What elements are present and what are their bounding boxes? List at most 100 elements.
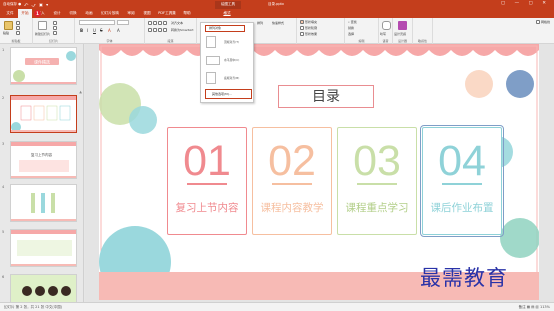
tab-view[interactable]: 视图 [140, 9, 154, 18]
ribbon-tabs: 文件 开始 插入 设计 切换 动画 幻灯片放映 审阅 视图 PDF工具集 帮助 … [0, 9, 554, 18]
tab-design[interactable]: 设计 [50, 9, 64, 18]
watermark-text: 最需教育 [420, 266, 508, 290]
align-icon[interactable] [148, 28, 167, 32]
align-middle-icon [206, 56, 220, 65]
toc-card-4[interactable]: 04 课后作业布置 [420, 125, 504, 237]
bold-button[interactable]: B [80, 28, 83, 33]
tab-review[interactable]: 审阅 [124, 9, 138, 18]
tab-pdf-tools[interactable]: PDF工具集 [156, 9, 178, 18]
toc-underline [187, 183, 227, 185]
clipboard-group-label: 剪贴板 [11, 39, 21, 43]
window-title: 目录.pptx [268, 2, 284, 6]
new-slide-icon[interactable] [38, 21, 47, 30]
editing-group: ⌕ 查找 替换 选择 编辑 [345, 18, 379, 44]
arrange-objects-item[interactable]: 排列对象 [205, 25, 245, 32]
cut-icon[interactable] [16, 21, 20, 25]
slide-thumb-3[interactable]: 复习上节内容 [10, 141, 77, 179]
align-top-item[interactable]: 顶端对齐(T) [205, 34, 249, 51]
paragraph-group: 对齐文本 转换为SmartArt 段落 [145, 18, 197, 44]
toc-underline [442, 183, 482, 185]
strikethrough-button[interactable]: S [100, 28, 103, 33]
toc-label: 课程重点学习 [345, 202, 409, 214]
font-group: B I U S A A 字体 [75, 18, 145, 44]
quick-access-toolbar[interactable]: ⤺ ⤻ ▣ ▾ [24, 2, 49, 7]
thumb1-title: 课件精选 [34, 59, 50, 65]
select-button[interactable]: 选择 [348, 32, 354, 36]
voice-group-label: 语音 [382, 39, 389, 43]
designer-group-label: 设计器 [397, 39, 407, 43]
tab-animations[interactable]: 动画 [82, 9, 96, 18]
ribbon: 粘贴 剪贴板 新建幻灯片 幻灯片 B I U S A A 字体 对齐文本 转换为… [0, 18, 554, 44]
format-painter-icon[interactable] [16, 31, 20, 35]
smartart-button[interactable]: 转换为SmartArt [171, 28, 194, 32]
font-color-button[interactable]: A [108, 28, 111, 33]
align-text-button[interactable]: 对齐文本 [171, 21, 183, 25]
slide-title[interactable]: 目录 [278, 85, 374, 108]
font-size-up-button[interactable]: A [117, 28, 120, 33]
font-size-box[interactable] [117, 20, 129, 25]
align-bottom-item[interactable]: 底端对齐(B) [205, 70, 249, 87]
align-middle-item[interactable]: 水平居中(C) [205, 52, 249, 69]
align-dropdown-menu: 排列对象 顶端对齐(T) 水平居中(C) 底端对齐(B) 其他选项(M)... [200, 22, 254, 103]
section-icon[interactable] [53, 31, 57, 35]
reset-icon[interactable] [53, 26, 57, 30]
slide-thumb-1[interactable]: 课件精选 [10, 47, 77, 85]
status-bar: 幻灯片 第 2 张，共 21 张 中文(中国) 备注 ▦ ▤ ▥ 113% [0, 302, 554, 311]
toc-label: 课后作业布置 [430, 202, 494, 214]
shape-effects-button[interactable]: 形状效果 [300, 32, 317, 36]
slide-number: 6 [2, 275, 5, 279]
arrange-button[interactable]: 排列 [257, 21, 263, 25]
paragraph-group-label: 段落 [167, 39, 174, 43]
slide-thumb-5[interactable] [10, 229, 77, 267]
more-options-item[interactable]: 其他选项(M)... [205, 89, 252, 99]
bullets-icon[interactable] [148, 21, 167, 25]
design-ideas-icon[interactable] [398, 21, 407, 30]
tab-file[interactable]: 文件 [3, 9, 17, 18]
toc-number: 01 [183, 137, 231, 185]
autosave-toggle[interactable]: 自动保存 ● [3, 2, 21, 7]
gridlines-checkbox[interactable]: 网格线 [535, 20, 550, 24]
tab-format[interactable]: 格式 [219, 9, 235, 18]
view-zoom-status[interactable]: 备注 ▦ ▤ ▥ 113% [519, 305, 550, 310]
slide-number: 3 [2, 142, 5, 146]
toc-card-1[interactable]: 01 复习上节内容 [167, 127, 247, 235]
slide-thumb-6[interactable] [10, 274, 77, 302]
italic-button[interactable]: I [87, 28, 88, 33]
replace-button[interactable]: 替换 [348, 26, 354, 30]
tab-transitions[interactable]: 切换 [66, 9, 80, 18]
slide-thumb-2[interactable] [10, 95, 77, 133]
font-group-label: 字体 [106, 39, 113, 43]
tab-home[interactable]: 开始 [18, 9, 32, 18]
new-slide-button[interactable]: 新建幻灯片 [35, 32, 50, 36]
shape-outline-button[interactable]: 形状轮廓 [300, 26, 317, 30]
scroll-up-icon[interactable]: ▲ [79, 90, 82, 94]
slide-number: 4 [2, 185, 5, 189]
dictate-button[interactable]: 听写 [380, 32, 386, 36]
tab-help[interactable]: 帮助 [180, 9, 194, 18]
paste-icon[interactable] [4, 21, 13, 30]
design-ideas-button[interactable]: 设计灵感 [394, 32, 406, 36]
window-controls[interactable]: ▢ — ▢ ✕ [501, 1, 550, 6]
find-button[interactable]: ⌕ 查找 [348, 20, 357, 24]
paste-button[interactable]: 粘贴 [3, 31, 9, 35]
slide-thumbnails-panel[interactable]: 1 课件精选 2 3 复习上节内容 4 5 6 ▲ [0, 44, 84, 302]
layout-icon[interactable] [53, 21, 57, 25]
slide-number: 5 [2, 230, 5, 234]
copy-icon[interactable] [16, 26, 20, 30]
microphone-icon[interactable] [382, 21, 391, 30]
quick-styles-button[interactable]: 快速样式 [272, 21, 284, 25]
tab-slideshow[interactable]: 幻灯片放映 [98, 9, 122, 18]
toc-number: 03 [353, 137, 401, 185]
font-name-box[interactable] [79, 20, 115, 25]
underline-button[interactable]: U [93, 28, 96, 33]
slide-thumb-4[interactable] [10, 184, 77, 222]
clipboard-group: 粘贴 剪贴板 [0, 18, 33, 44]
toc-card-2[interactable]: 02 课程内容教学 [252, 127, 332, 235]
drawing-tools-label: 绘图工具 [215, 1, 241, 9]
toc-label: 课程内容教学 [260, 202, 324, 214]
toc-label: 复习上节内容 [175, 202, 239, 214]
shape-fill-button[interactable]: 形状填充 [300, 20, 317, 24]
thumb3-title: 复习上节内容 [31, 152, 52, 157]
editing-group-label: 编辑 [358, 39, 365, 43]
toc-card-3[interactable]: 03 课程重点学习 [337, 127, 417, 235]
